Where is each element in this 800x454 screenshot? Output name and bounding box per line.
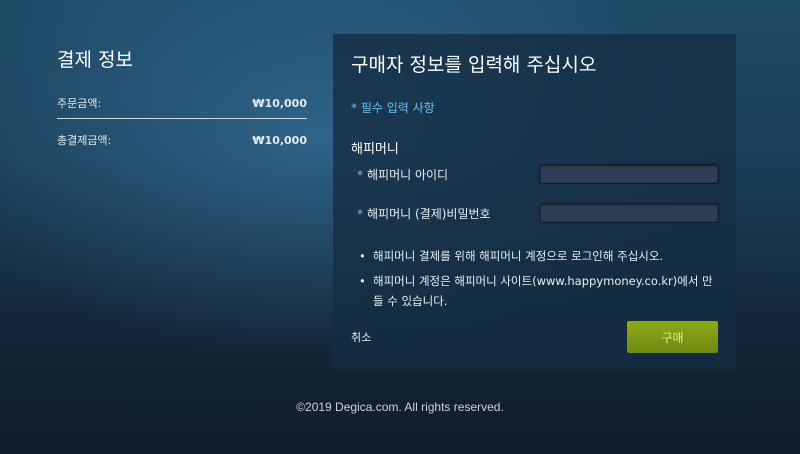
payment-summary: 결제 정보 주문금액: ₩10,000 총결제금액: ₩10,000 <box>57 48 307 151</box>
order-amount-value: ₩10,000 <box>252 96 307 110</box>
note-text: 해피머니 결제를 위해 해피머니 계정으로 로그인해 주십시오. <box>373 249 664 263</box>
instructions-list: • 해피머니 결제를 위해 해피머니 계정으로 로그인해 주십시오. • 해피머니 … <box>359 246 719 316</box>
required-note: * 필수 입력 사항 <box>351 101 435 115</box>
buyer-info-panel: 구매자 정보를 입력해 주십시오 * 필수 입력 사항 해피머니 * 해피머니 아… <box>333 34 736 370</box>
summary-divider <box>57 118 307 119</box>
bullet-icon: • <box>359 274 366 288</box>
happymoney-id-input[interactable] <box>539 164 719 184</box>
total-amount-value: ₩10,000 <box>252 133 307 147</box>
password-field-label-text: 해피머니 (결제)비밀번호 <box>367 206 491 221</box>
required-star: * <box>357 167 363 182</box>
order-amount-row: 주문금액: ₩10,000 <box>57 92 307 114</box>
total-amount-row: 총결제금액: ₩10,000 <box>57 129 307 151</box>
form-title: 구매자 정보를 입력해 주십시오 <box>351 54 597 76</box>
footer-copyright: ©2019 Degica.com. All rights reserved. <box>296 400 504 414</box>
id-field-label: * 해피머니 아이디 <box>357 166 448 183</box>
id-field-row: * 해피머니 아이디 <box>357 162 719 186</box>
id-field-label-text: 해피머니 아이디 <box>367 167 449 182</box>
list-item: • 해피머니 계정은 해피머니 사이트(www.happymoney.co.kr)… <box>359 271 719 311</box>
summary-title: 결제 정보 <box>57 49 133 71</box>
happymoney-password-input[interactable] <box>539 203 719 223</box>
cancel-link[interactable]: 취소 <box>351 329 371 345</box>
order-amount-label: 주문금액: <box>57 97 102 110</box>
section-title: 해피머니 <box>351 142 399 157</box>
note-text: 해피머니 계정은 해피머니 사이트(www.happymoney.co.kr)에… <box>373 274 713 308</box>
password-field-row: * 해피머니 (결제)비밀번호 <box>357 201 719 225</box>
bullet-icon: • <box>359 249 366 263</box>
total-amount-label: 총결제금액: <box>57 134 112 147</box>
required-star: * <box>357 206 363 221</box>
buy-button[interactable]: 구매 <box>627 321 718 353</box>
password-field-label: * 해피머니 (결제)비밀번호 <box>357 205 491 222</box>
list-item: • 해피머니 결제를 위해 해피머니 계정으로 로그인해 주십시오. <box>359 246 719 266</box>
